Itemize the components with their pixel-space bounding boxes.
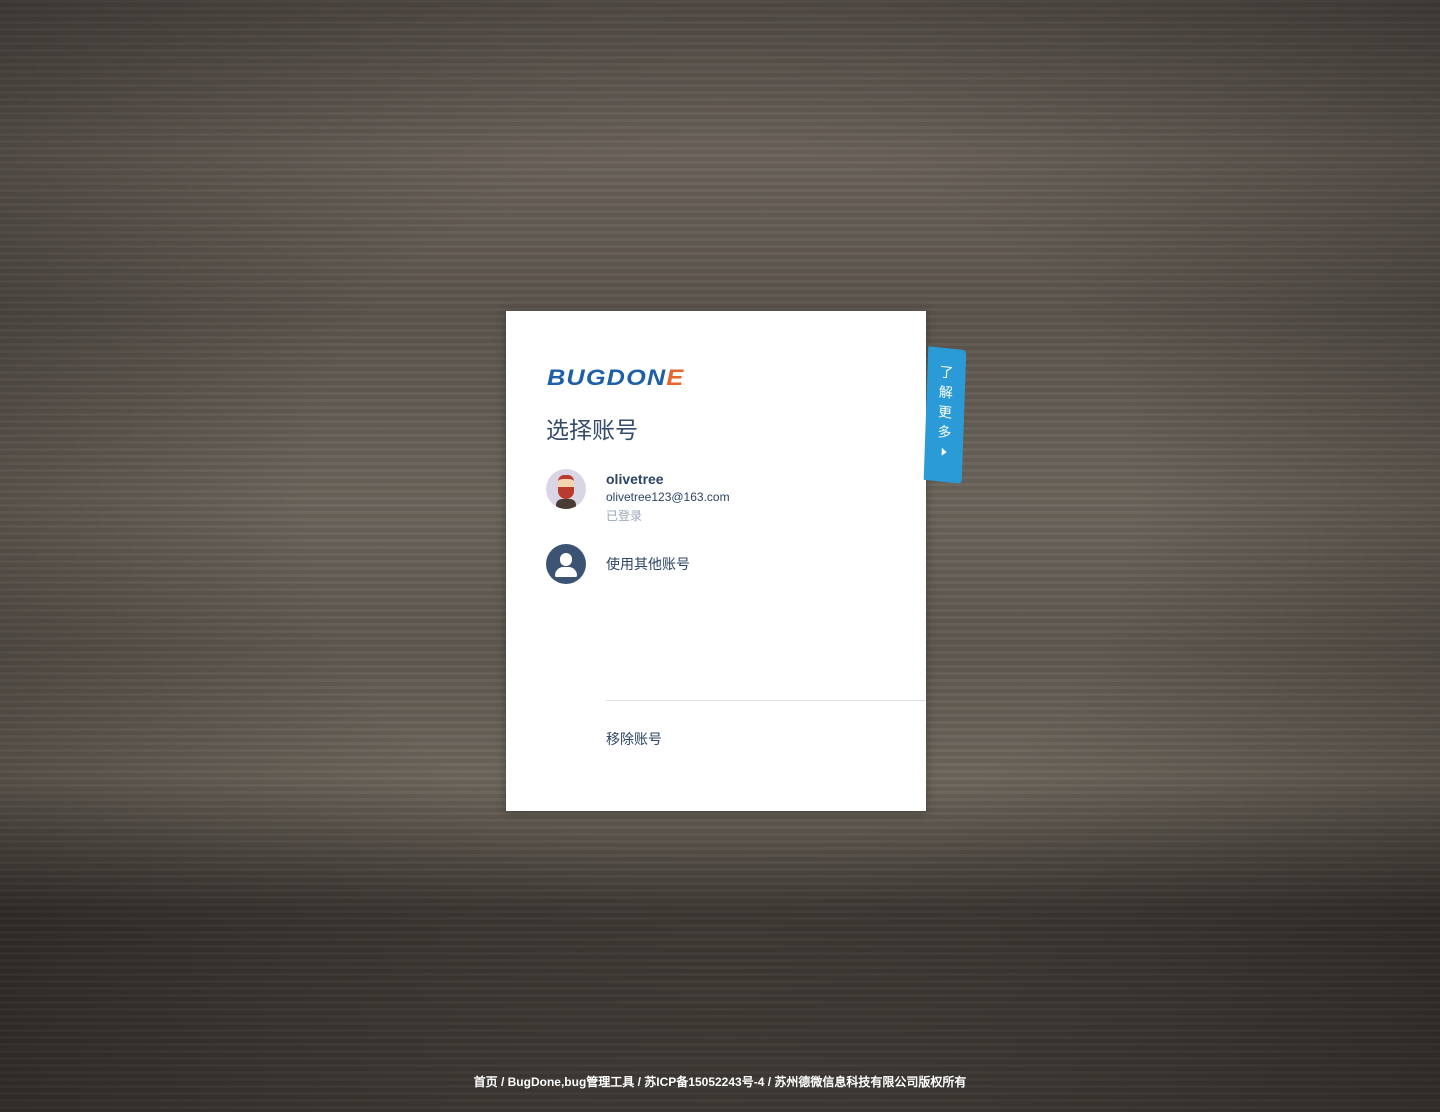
account-item[interactable]: olivetree olivetree123@163.com 已登录 — [546, 469, 730, 524]
separator: / — [634, 1075, 645, 1089]
learn-more-char: 更 — [937, 403, 953, 421]
account-name: olivetree — [606, 471, 664, 487]
page-title: 选择账号 — [546, 417, 638, 443]
learn-more-char: 解 — [938, 383, 954, 401]
caret-right-icon — [941, 447, 947, 457]
learn-more-tab[interactable]: 了 解 更 多 — [923, 346, 967, 484]
use-other-account-button[interactable]: 使用其他账号 — [546, 544, 690, 584]
footer-copyright: 苏州德微信息科技有限公司版权所有 — [774, 1075, 967, 1089]
separator: / — [497, 1075, 508, 1089]
footer-product: BugDone,bug管理工具 — [507, 1075, 635, 1089]
separator: / — [764, 1075, 775, 1089]
learn-more-char: 多 — [937, 423, 952, 441]
account-status: 已登录 — [606, 509, 643, 523]
footer-home-link[interactable]: 首页 — [474, 1075, 498, 1089]
account-chooser-card: BUGDONE 选择账号 olivetree olivetree123@163.… — [506, 311, 926, 811]
bugdone-logo: BUGDONE — [547, 365, 685, 390]
footer: 首页 / BugDone,bug管理工具 / 苏ICP备15052243号-4 … — [0, 1073, 1440, 1090]
account-email: olivetree123@163.com — [606, 490, 730, 504]
user-icon — [546, 544, 586, 584]
footer-icp[interactable]: 苏ICP备15052243号-4 — [644, 1075, 764, 1089]
divider — [606, 700, 926, 701]
avatar — [546, 469, 586, 509]
use-other-account-label: 使用其他账号 — [606, 556, 690, 572]
remove-account-link[interactable]: 移除账号 — [606, 729, 662, 749]
learn-more-char: 了 — [939, 363, 954, 381]
